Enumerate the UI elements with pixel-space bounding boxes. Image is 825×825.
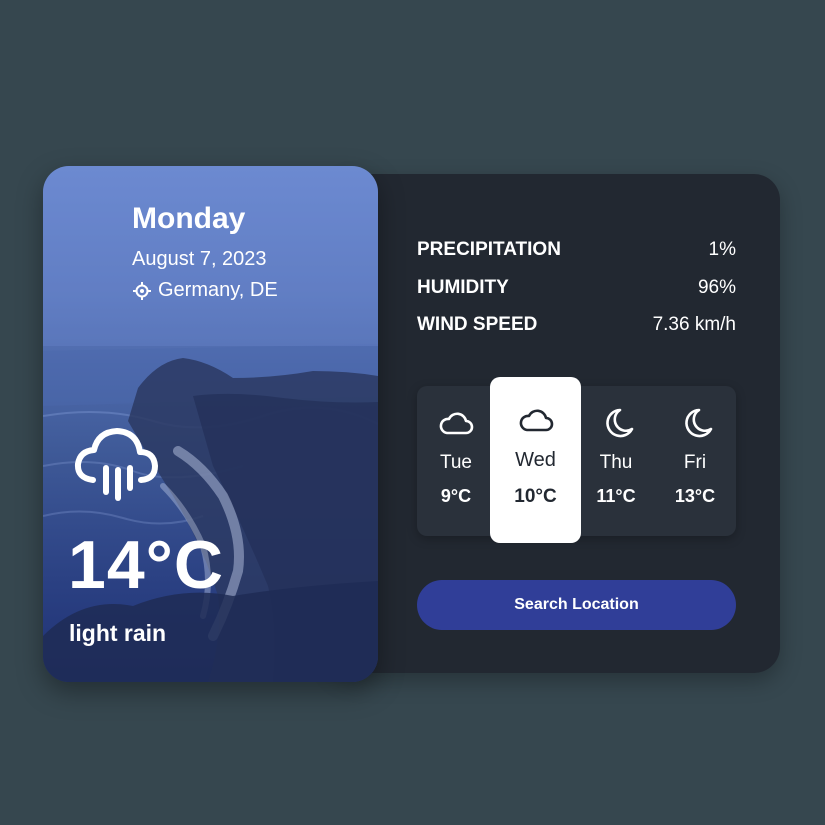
stat-row-wind-speed: WIND SPEED 7.36 km/h xyxy=(417,314,736,336)
forecast-day-thu[interactable]: Thu 11°C xyxy=(578,386,654,536)
cloud-icon xyxy=(519,409,553,432)
stat-label: HUMIDITY xyxy=(417,277,509,298)
stat-label: WIND SPEED xyxy=(417,314,538,335)
location-text: Germany, DE xyxy=(158,279,278,301)
search-location-button[interactable]: Search Location xyxy=(417,580,736,630)
weather-details-panel: PRECIPITATION 1% HUMIDITY 96% WIND SPEED… xyxy=(330,174,780,673)
forecast-day-label: Fri xyxy=(683,452,707,473)
forecast-day-wed[interactable]: Wed 10°C xyxy=(490,377,581,543)
forecast-day-temp: 10°C xyxy=(514,486,557,507)
cloud-icon xyxy=(439,412,474,435)
stat-row-humidity: HUMIDITY 96% xyxy=(417,277,736,299)
coastline-background-image xyxy=(43,166,378,682)
stat-value: 1% xyxy=(708,239,736,260)
stat-value: 96% xyxy=(697,277,736,298)
forecast-day-temp: 13°C xyxy=(674,486,716,506)
forecast-strip: Tue 9°C Wed 10°C Thu 11°C Fri 13°C xyxy=(417,377,736,543)
cloud-rain-icon xyxy=(74,428,158,501)
moon-icon xyxy=(685,408,713,438)
current-temperature: 14°C xyxy=(68,527,224,603)
date-text: August 7, 2023 xyxy=(132,248,267,270)
stat-value: 7.36 km/h xyxy=(652,314,736,335)
crosshair-icon xyxy=(133,281,151,300)
forecast-day-fri[interactable]: Fri 13°C xyxy=(657,386,733,536)
stat-row-precipitation: PRECIPITATION 1% xyxy=(417,239,736,261)
forecast-day-label: Thu xyxy=(599,452,633,473)
forecast-day-tue[interactable]: Tue 9°C xyxy=(418,386,494,536)
forecast-day-label: Wed xyxy=(515,449,556,471)
forecast-day-label: Tue xyxy=(439,452,473,473)
weather-condition: light rain xyxy=(69,620,167,646)
forecast-day-temp: 9°C xyxy=(440,486,472,506)
forecast-day-temp: 11°C xyxy=(596,486,636,506)
moon-icon xyxy=(606,408,634,438)
stat-label: PRECIPITATION xyxy=(417,239,561,260)
location-row: Germany, DE xyxy=(132,279,278,302)
day-heading: Monday xyxy=(132,202,246,235)
current-weather-card: Monday August 7, 2023 Germany, DE 14°C l… xyxy=(43,166,378,682)
